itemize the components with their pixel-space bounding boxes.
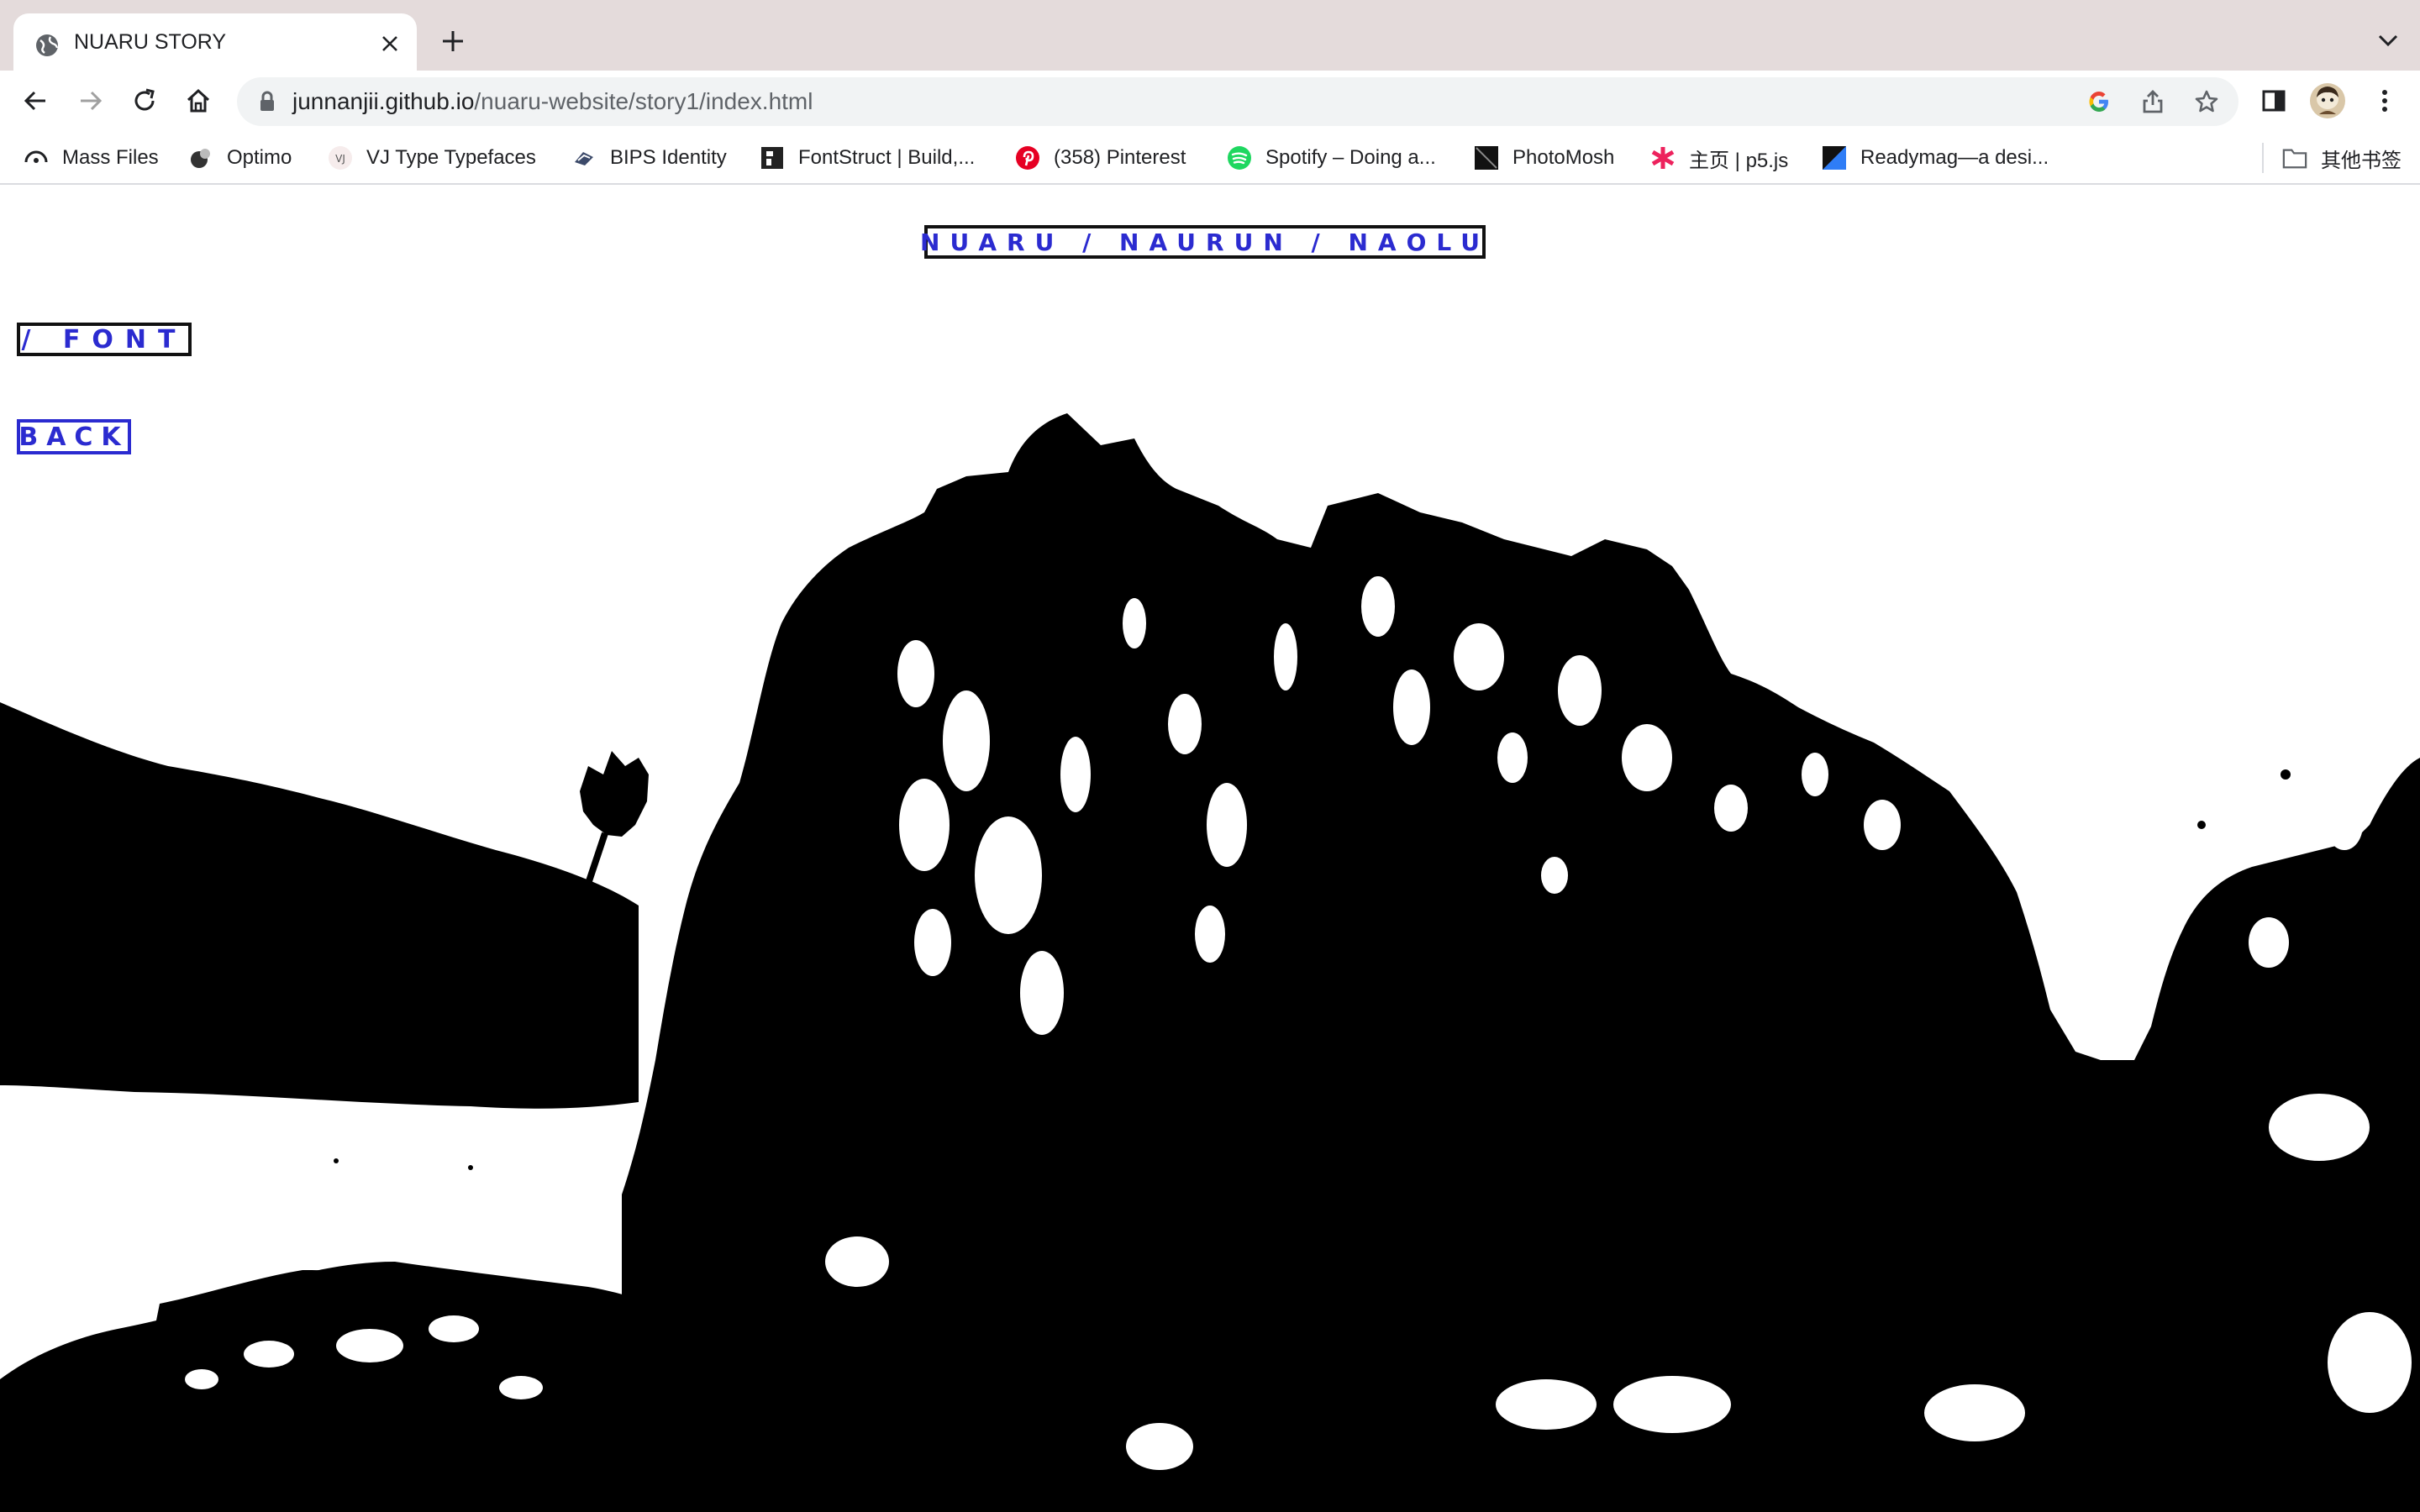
reload-icon[interactable] [126,82,163,119]
other-bookmarks-folder[interactable]: 其他书签 [2282,138,2402,178]
pinterest-icon [1015,145,1040,171]
browser-toolbar: junnanjii.github.io/nuaru-website/story1… [0,71,2420,131]
url-text[interactable]: junnanjii.github.io/nuaru-website/story1… [292,77,813,126]
bips-icon [571,145,597,171]
tab-strip: NUARU STORY [0,0,2420,71]
bookmarks-divider [2262,143,2264,173]
vj-icon: VJ [328,145,353,171]
font-link[interactable]: / FONT [17,323,192,356]
page-viewport: NUARU / NAURUN / NAOLU / FONT BACK [0,186,2420,1512]
folder-icon [2282,145,2307,171]
kebab-menu-icon[interactable] [2366,82,2403,119]
bookmark-bips[interactable]: BIPS Identity [571,138,727,178]
bookmark-optimo[interactable]: Optimo [188,138,292,178]
photomosh-icon [1474,145,1499,171]
bookmarks-bar: Mass Files Optimo VJ VJ Type Typefaces B… [0,131,2420,185]
back-arrow-icon[interactable] [17,82,54,119]
fontstruct-icon [760,145,785,171]
close-icon[interactable] [375,29,405,59]
spotify-icon [1227,145,1252,171]
readymag-icon [1822,145,1847,171]
address-bar[interactable]: junnanjii.github.io/nuaru-website/story1… [237,77,2238,126]
story-title-link[interactable]: NUARU / NAURUN / NAOLU [920,225,1486,259]
bookmark-readymag[interactable]: Readymag—a desi... [1822,138,2049,178]
home-icon[interactable] [180,82,217,119]
back-link[interactable]: BACK [17,419,131,454]
tab-title: NUARU STORY [74,30,227,54]
side-panel-icon[interactable] [2255,82,2292,119]
bookmark-photomosh[interactable]: PhotoMosh [1474,138,1614,178]
avatar[interactable] [2309,82,2346,119]
bookmark-spotify[interactable]: Spotify – Doing a... [1227,138,1436,178]
new-tab-icon[interactable] [435,24,471,59]
optimo-icon [188,145,213,171]
rock-illustration [0,413,2420,1512]
chevron-down-icon[interactable] [2373,25,2403,55]
forward-arrow-icon[interactable] [72,82,109,119]
bookmark-fontstruct[interactable]: FontStruct | Build,... [760,138,975,178]
browser-tab[interactable]: NUARU STORY [13,13,417,71]
share-icon[interactable] [2136,85,2170,118]
bookmark-mass-files[interactable]: Mass Files [24,138,159,178]
bookmark-pinterest[interactable]: (358) Pinterest [1015,138,1186,178]
bookmark-p5js[interactable]: 主页 | p5.js [1650,138,1788,178]
svg-text:VJ: VJ [335,153,345,165]
lock-icon[interactable] [255,90,279,113]
globe-icon [34,32,60,59]
mass-files-icon [24,145,49,171]
p5js-icon [1650,145,1676,171]
star-icon[interactable] [2190,85,2223,118]
google-icon[interactable] [2082,85,2116,118]
bookmark-vj-type[interactable]: VJ VJ Type Typefaces [328,138,536,178]
